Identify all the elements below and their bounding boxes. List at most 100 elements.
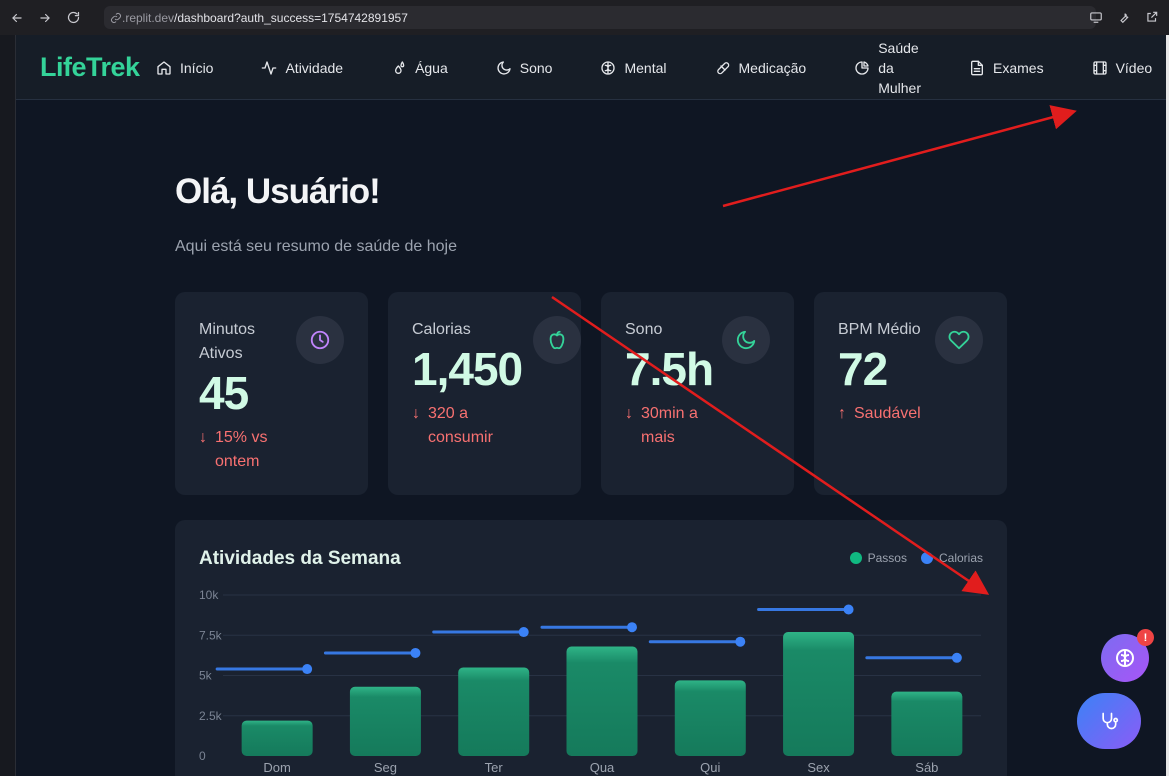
- nav-label: Início: [180, 59, 214, 76]
- stat-value: 72: [838, 343, 888, 395]
- bar-passos: [458, 667, 530, 756]
- nav-item-medicacao[interactable]: Medicação: [715, 59, 807, 76]
- back-icon[interactable]: [6, 7, 28, 29]
- nav-item-saude-da-mulher[interactable]: Saúde da Mulher: [854, 38, 921, 98]
- x-tick-label: Sáb: [915, 760, 938, 775]
- x-tick-label: Seg: [374, 760, 397, 775]
- trend-text: ontem: [215, 453, 260, 470]
- nav-item-exames[interactable]: Exames: [969, 60, 1044, 76]
- point-calorias: [951, 652, 962, 663]
- notification-badge: !: [1137, 629, 1154, 646]
- trend-arrow: ↓: [412, 405, 420, 422]
- nav-label: Sono: [519, 59, 553, 76]
- bar-passos: [891, 691, 963, 756]
- trend-arrow: ↓: [625, 405, 633, 422]
- stat-card-calorias: Calorias 1,450 ↓ 320 a consumir: [388, 292, 581, 495]
- stat-value: 45: [199, 367, 249, 419]
- moon-icon: [722, 316, 770, 364]
- stat-label-line: BPM Médio: [838, 321, 921, 338]
- x-tick-label: Qua: [590, 760, 615, 775]
- stat-card-sono: Sono 7.5h ↓ 30min a mais: [601, 292, 794, 495]
- nav-item-atividade[interactable]: Atividade: [261, 60, 343, 76]
- nav-label-line: da: [878, 59, 894, 76]
- reload-icon[interactable]: [62, 7, 84, 29]
- trend-text: Saudável: [854, 405, 921, 422]
- film-icon: [1092, 60, 1107, 75]
- y-tick-label: 10k: [199, 588, 219, 602]
- nav-label: Mental: [624, 59, 667, 76]
- stat-label-line: Minutos: [199, 321, 256, 338]
- page-title: Olá, Usuário!: [175, 172, 381, 211]
- trend-arrow: ↓: [199, 429, 207, 446]
- link-icon: [111, 12, 121, 23]
- point-calorias: [410, 647, 421, 658]
- url-path: /dashboard?auth_success=1754742891957: [174, 10, 408, 25]
- nav-label-line: Saúde: [878, 39, 919, 56]
- x-tick-label: Qui: [700, 760, 720, 775]
- stethoscope-icon: [1102, 712, 1119, 730]
- bar-passos: [783, 632, 855, 756]
- pill-icon: [716, 61, 729, 74]
- stat-card-minutos-ativos: Minutos Ativos 45 ↓ 15% vs ontem: [175, 292, 368, 495]
- stat-trend: ↑ Saudável: [838, 402, 921, 426]
- annotation-arrow: [722, 105, 1077, 208]
- stat-value: 1,450: [412, 343, 523, 395]
- nav-label: Exames: [993, 59, 1044, 76]
- nav-label: Medicação: [738, 59, 807, 76]
- nav-label: Água: [415, 59, 448, 76]
- stat-label-line: Ativos: [199, 345, 243, 362]
- x-tick-label: Ter: [485, 760, 504, 775]
- stat-label: Minutos Ativos: [199, 318, 255, 366]
- nav-item-inicio[interactable]: Início: [156, 60, 213, 76]
- trend-text: 30min a: [641, 405, 698, 422]
- brain-icon: [601, 60, 616, 75]
- browser-toolbar: .replit.dev/dashboard?auth_success=17547…: [0, 0, 1169, 35]
- bar-passos: [241, 720, 313, 756]
- open-external-icon[interactable]: [1143, 8, 1161, 26]
- point-calorias: [843, 604, 854, 615]
- forward-icon[interactable]: [34, 7, 56, 29]
- nav-label: Vídeo: [1115, 59, 1153, 76]
- stat-trend: ↓ 320 a consumir: [412, 402, 493, 450]
- apple-icon: [533, 316, 581, 364]
- point-calorias: [627, 622, 637, 633]
- health-consult-button[interactable]: [1077, 693, 1141, 749]
- main-nav: Início Atividade Água Sono Mental Medica…: [156, 35, 1152, 100]
- trend-text: 320 a: [428, 405, 469, 422]
- pie-chart-icon: [855, 60, 869, 75]
- app-logo[interactable]: LifeTrek: [40, 52, 140, 83]
- url-host: .replit.dev: [122, 10, 175, 25]
- trend-text: 15% vs: [215, 429, 268, 446]
- nav-item-agua[interactable]: Água: [391, 60, 448, 76]
- cast-icon[interactable]: [1087, 8, 1105, 26]
- stat-label-line: Calorias: [412, 321, 471, 338]
- home-icon: [157, 60, 171, 75]
- point-calorias: [518, 627, 529, 638]
- point-calorias: [735, 636, 746, 647]
- trend-text: consumir: [428, 429, 493, 446]
- nav-item-mental[interactable]: Mental: [600, 59, 667, 76]
- nav-label-line: Mulher: [878, 79, 921, 96]
- stat-label: BPM Médio: [838, 318, 921, 342]
- chart-plot: 0 2.5k 5k 7.5k 10k Dom Seg Ter Qua Qui Sex Sáb: [199, 588, 981, 775]
- clock-icon: [296, 316, 344, 364]
- nav-item-sono[interactable]: Sono: [496, 59, 553, 76]
- trend-arrow: ↑: [838, 405, 846, 422]
- stat-label: Calorias: [412, 318, 471, 342]
- bar-passos: [566, 646, 638, 756]
- heart-icon: [935, 316, 983, 364]
- stat-card-bpm-medio: BPM Médio 72 ↑ Saudável: [814, 292, 1007, 495]
- bar-passos: [349, 686, 421, 756]
- brain-icon: [1116, 649, 1134, 667]
- point-calorias: [302, 664, 313, 675]
- wrench-icon[interactable]: [1115, 8, 1133, 26]
- stat-trend: ↓ 15% vs ontem: [199, 426, 267, 474]
- y-tick-label: 5k: [199, 669, 213, 683]
- app-header: LifeTrek Início Atividade Água Sono Ment…: [16, 35, 1166, 100]
- x-tick-label: Dom: [263, 760, 290, 775]
- stat-value: 7.5h: [625, 343, 714, 395]
- y-tick-label: 0: [199, 749, 206, 763]
- nav-item-video[interactable]: Vídeo: [1092, 59, 1153, 76]
- nav-label: Atividade: [285, 59, 344, 76]
- address-bar[interactable]: .replit.dev/dashboard?auth_success=17547…: [104, 6, 1096, 29]
